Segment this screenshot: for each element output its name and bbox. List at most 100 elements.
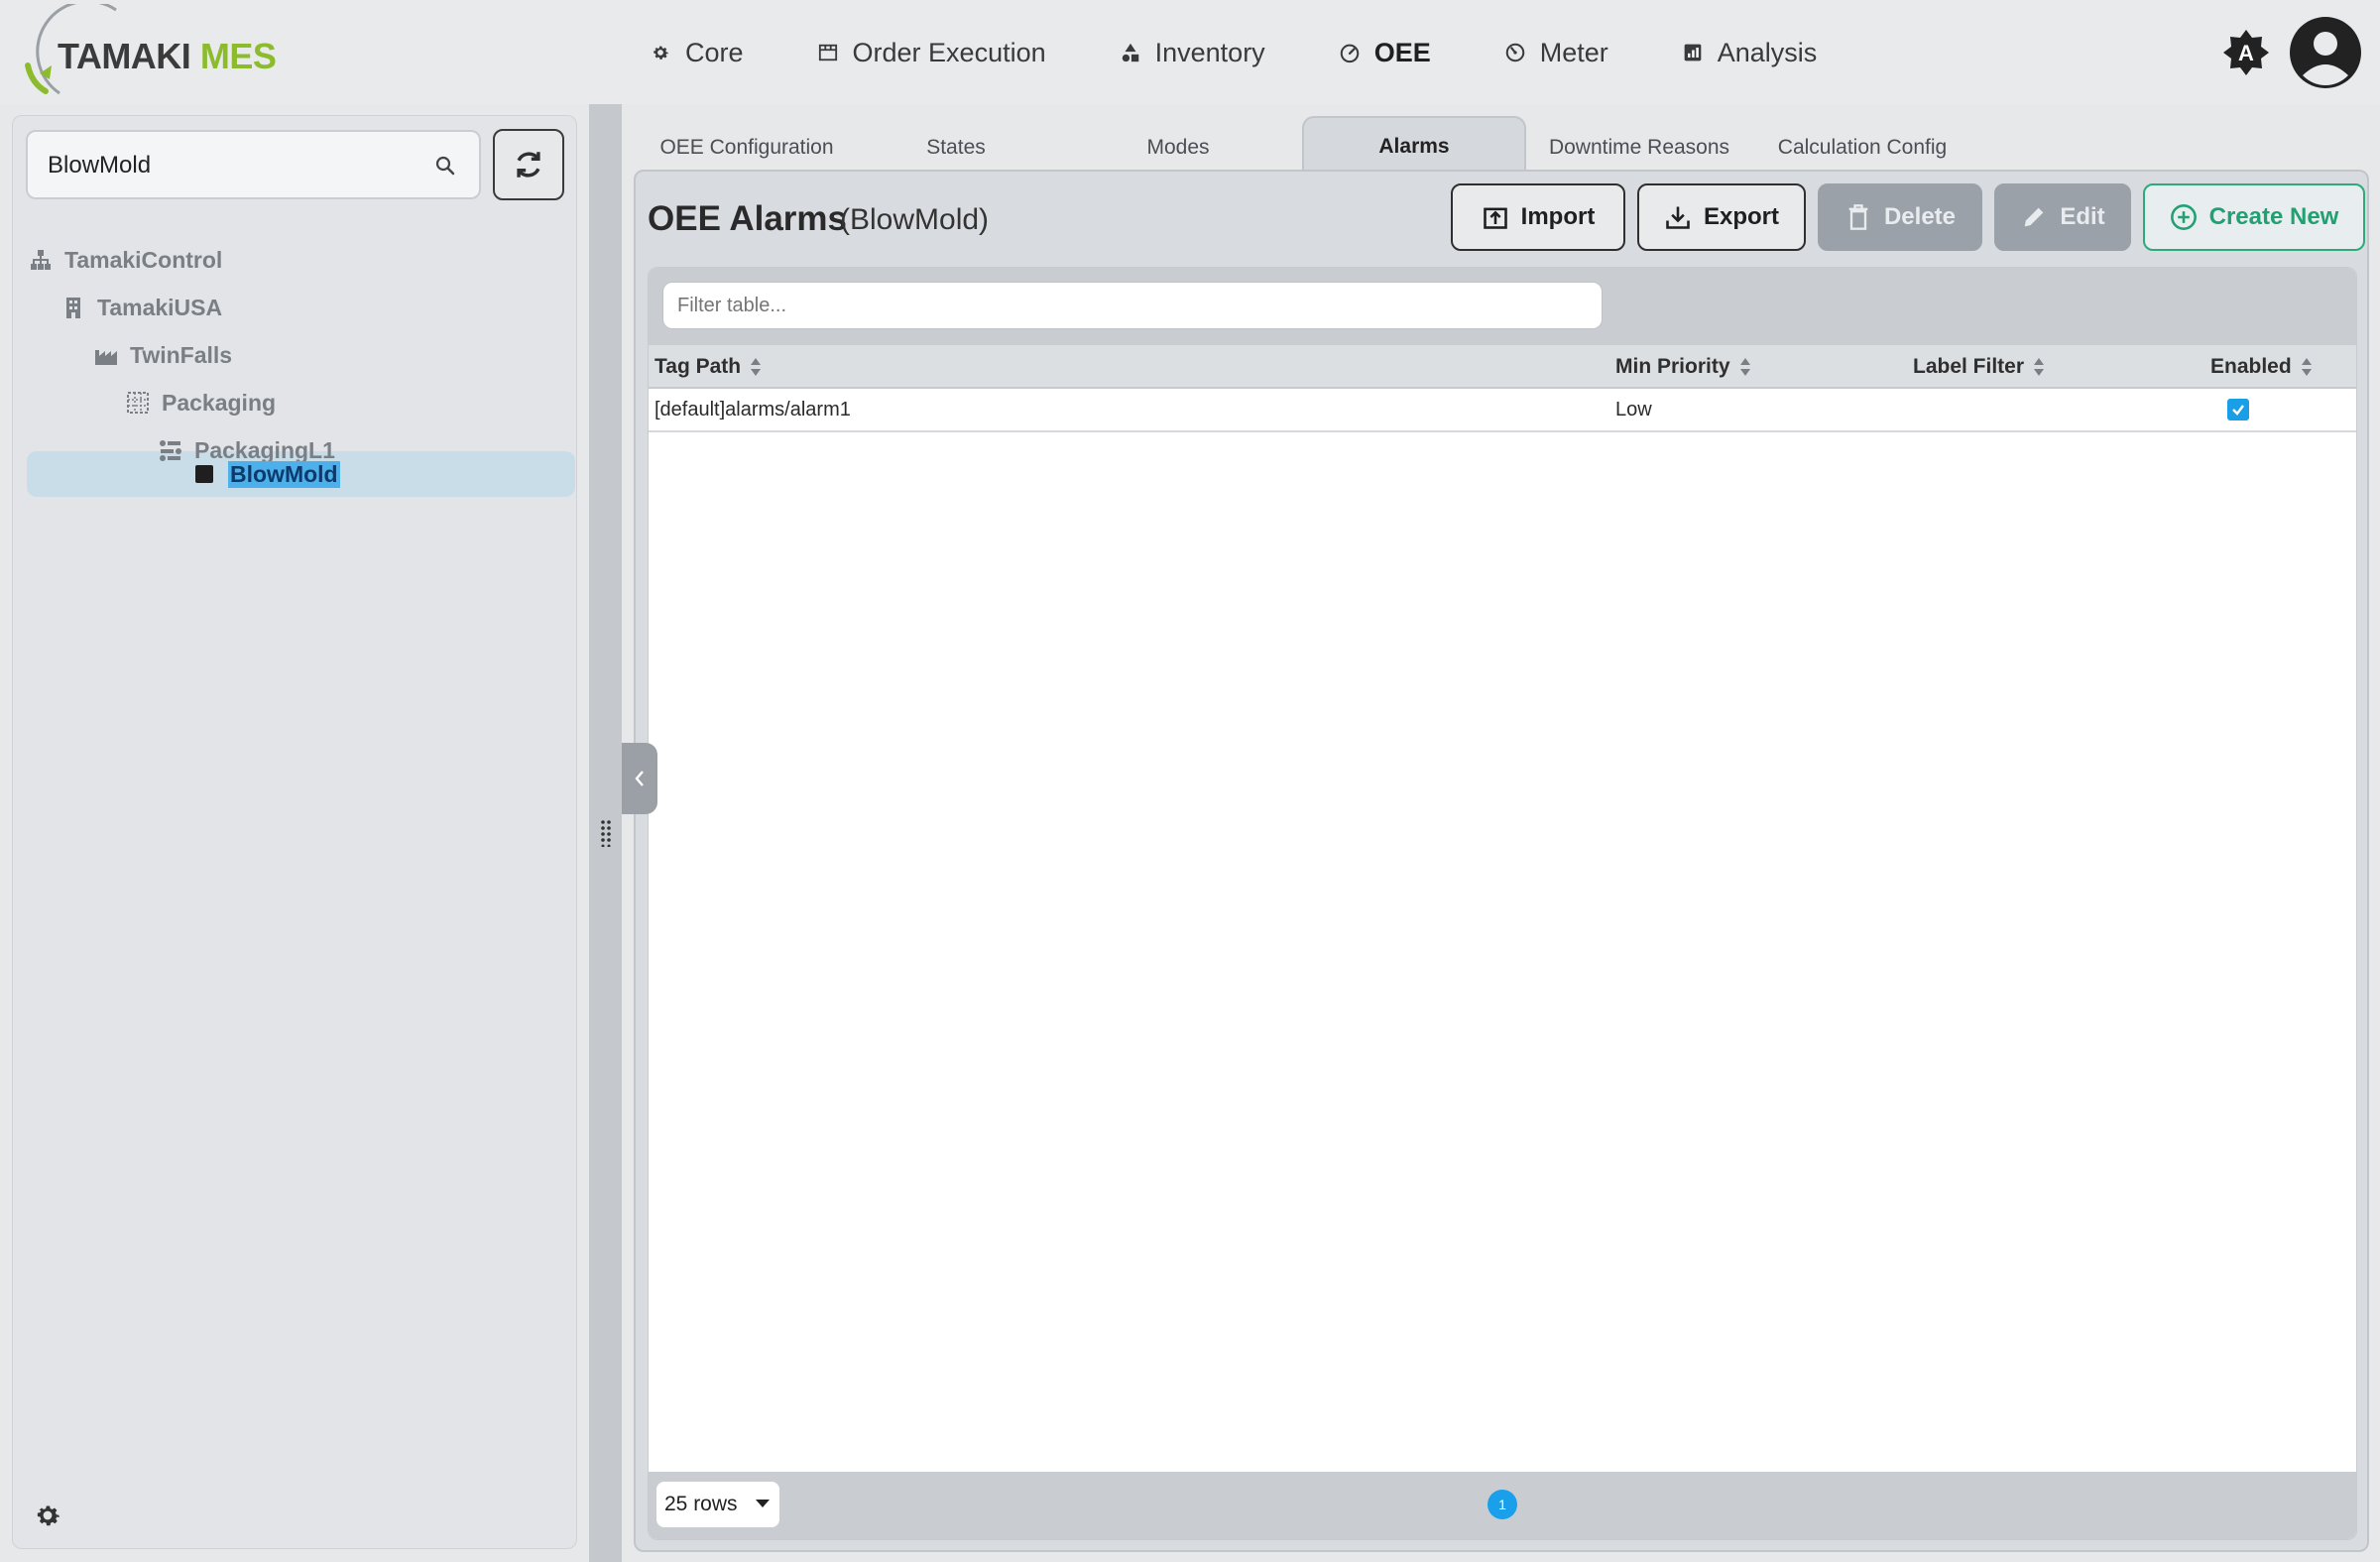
main-nav: Core Order Execution Inventory OEE Meter — [650, 28, 1890, 77]
logo-text: TAMAKI MES — [58, 36, 277, 77]
pencil-icon — [2020, 203, 2048, 231]
logo-word-mes: MES — [199, 36, 277, 76]
table-row[interactable]: [default]alarms/alarm1 Low — [649, 389, 2356, 432]
nav-analysis[interactable]: Analysis — [1682, 37, 1818, 68]
table-filter-input[interactable] — [662, 282, 1603, 329]
nav-analysis-label: Analysis — [1717, 37, 1818, 67]
tab-states[interactable]: States — [882, 120, 1030, 176]
brightness-auto-icon: A — [2223, 30, 2269, 75]
table-filter-bar — [649, 268, 2356, 345]
drag-handle-icon[interactable] — [599, 819, 613, 848]
alarms-table: Tag Path Min Priority Label Filter Enabl… — [648, 267, 2357, 1540]
theme-toggle-button[interactable]: A — [2221, 28, 2271, 77]
chart-icon — [1682, 42, 1704, 63]
column-header-label-filter[interactable]: Label Filter — [1913, 345, 2046, 389]
settings-gear-icon[interactable] — [33, 1501, 62, 1530]
user-icon — [2290, 17, 2361, 88]
column-header-tag-path[interactable]: Tag Path — [654, 345, 763, 389]
square-icon — [192, 462, 216, 486]
tree-label: TwinFalls — [130, 341, 233, 368]
tab-downtime-reasons[interactable]: Downtime Reasons — [1542, 120, 1736, 176]
column-header-min-priority[interactable]: Min Priority — [1615, 345, 1752, 389]
tab-modes[interactable]: Modes — [1104, 120, 1252, 176]
refresh-button[interactable] — [493, 129, 564, 200]
nav-core[interactable]: Core — [650, 38, 744, 68]
tab-oee-configuration[interactable]: OEE Configuration — [642, 120, 852, 176]
table-header: Tag Path Min Priority Label Filter Enabl… — [649, 345, 2356, 389]
create-new-button[interactable]: Create New — [2143, 183, 2365, 251]
top-bar: TAMAKI MES Core Order Execution Inventor… — [0, 0, 2380, 104]
main-content: OEE Configuration States Modes Alarms Do… — [622, 104, 2380, 1562]
chevron-left-icon — [635, 771, 644, 786]
shapes-icon — [1120, 42, 1141, 63]
tree-label: BlowMold — [228, 460, 340, 488]
sort-icon — [2034, 358, 2045, 376]
tree-item-twinfalls[interactable]: TwinFalls — [94, 332, 232, 378]
import-label: Import — [1520, 203, 1596, 230]
table-pagination: 25 rows 1 — [649, 1472, 2356, 1539]
tab-calculation-config[interactable]: Calculation Config — [1758, 120, 1966, 176]
sitemap-icon — [29, 248, 53, 272]
tree-label: TamakiControl — [64, 246, 223, 273]
nav-oee[interactable]: OEE — [1339, 38, 1431, 68]
search-icon[interactable] — [433, 154, 457, 178]
collapse-panel-button[interactable] — [622, 743, 657, 814]
checkmark-icon — [2232, 405, 2244, 416]
rows-per-page-value: 25 rows — [664, 1493, 738, 1515]
nav-meter-label: Meter — [1539, 37, 1608, 67]
meter-icon — [1504, 42, 1526, 63]
tree-search-box[interactable] — [26, 130, 481, 199]
delete-label: Delete — [1883, 203, 1957, 230]
tree-label: Packaging — [162, 389, 277, 416]
trash-icon — [1844, 203, 1872, 231]
theme-badge-text: A — [2238, 41, 2254, 65]
cell-min-priority: Low — [1615, 398, 1652, 421]
page-1-button[interactable]: 1 — [1488, 1490, 1517, 1519]
edit-label: Edit — [2060, 203, 2105, 230]
building-icon — [61, 296, 85, 319]
tree-search-input[interactable] — [48, 146, 415, 185]
page-title: OEE Alarms — [648, 199, 848, 238]
nav-order-execution[interactable]: Order Execution — [817, 38, 1046, 68]
tree-item-tamakicontrol[interactable]: TamakiControl — [29, 237, 222, 283]
tree-label: TamakiUSA — [97, 294, 223, 320]
line-icon — [159, 438, 182, 462]
nav-core-label: Core — [685, 37, 744, 67]
export-button[interactable]: Export — [1637, 183, 1806, 251]
upload-icon — [1482, 203, 1509, 231]
column-label: Tag Path — [654, 355, 742, 378]
tab-alarms[interactable]: Alarms — [1302, 116, 1526, 176]
rows-per-page-select[interactable]: 25 rows — [656, 1482, 779, 1527]
tree-item-tamakiusa[interactable]: TamakiUSA — [61, 285, 222, 330]
nav-inventory[interactable]: Inventory — [1120, 38, 1265, 68]
nav-meter[interactable]: Meter — [1504, 38, 1608, 68]
tree-item-blowmold[interactable]: BlowMold — [192, 451, 340, 497]
download-icon — [1664, 203, 1692, 231]
store-icon — [817, 42, 839, 63]
column-header-enabled[interactable]: Enabled — [2210, 345, 2314, 389]
enabled-checkbox[interactable] — [2227, 399, 2249, 421]
cell-tag-path: [default]alarms/alarm1 — [654, 398, 851, 421]
import-button[interactable]: Import — [1451, 183, 1625, 251]
oee-tabs: OEE Configuration States Modes Alarms Do… — [622, 116, 2380, 176]
nav-order-execution-label: Order Execution — [852, 37, 1046, 67]
column-label: Enabled — [2210, 355, 2292, 378]
delete-button[interactable]: Delete — [1818, 183, 1982, 251]
column-label: Min Priority — [1615, 355, 1730, 378]
create-new-label: Create New — [2208, 203, 2339, 230]
logo-word-tamaki: TAMAKI — [58, 36, 191, 76]
tree-item-packaging[interactable]: Packaging — [126, 380, 276, 425]
sort-icon — [2301, 358, 2312, 376]
edit-button[interactable]: Edit — [1994, 183, 2131, 251]
sort-icon — [751, 358, 762, 376]
page-subtitle: (BlowMold) — [840, 203, 990, 236]
export-label: Export — [1703, 203, 1779, 230]
nav-oee-label: OEE — [1373, 37, 1431, 67]
refresh-icon — [517, 152, 540, 178]
tamaki-mes-logo[interactable]: TAMAKI MES — [22, 4, 277, 101]
sort-icon — [1739, 358, 1750, 376]
plus-circle-icon — [2170, 203, 2198, 231]
column-label: Label Filter — [1913, 355, 2025, 378]
alarms-card: OEE Alarms (BlowMold) Import Export Dele… — [634, 170, 2369, 1552]
user-avatar[interactable] — [2289, 16, 2362, 89]
